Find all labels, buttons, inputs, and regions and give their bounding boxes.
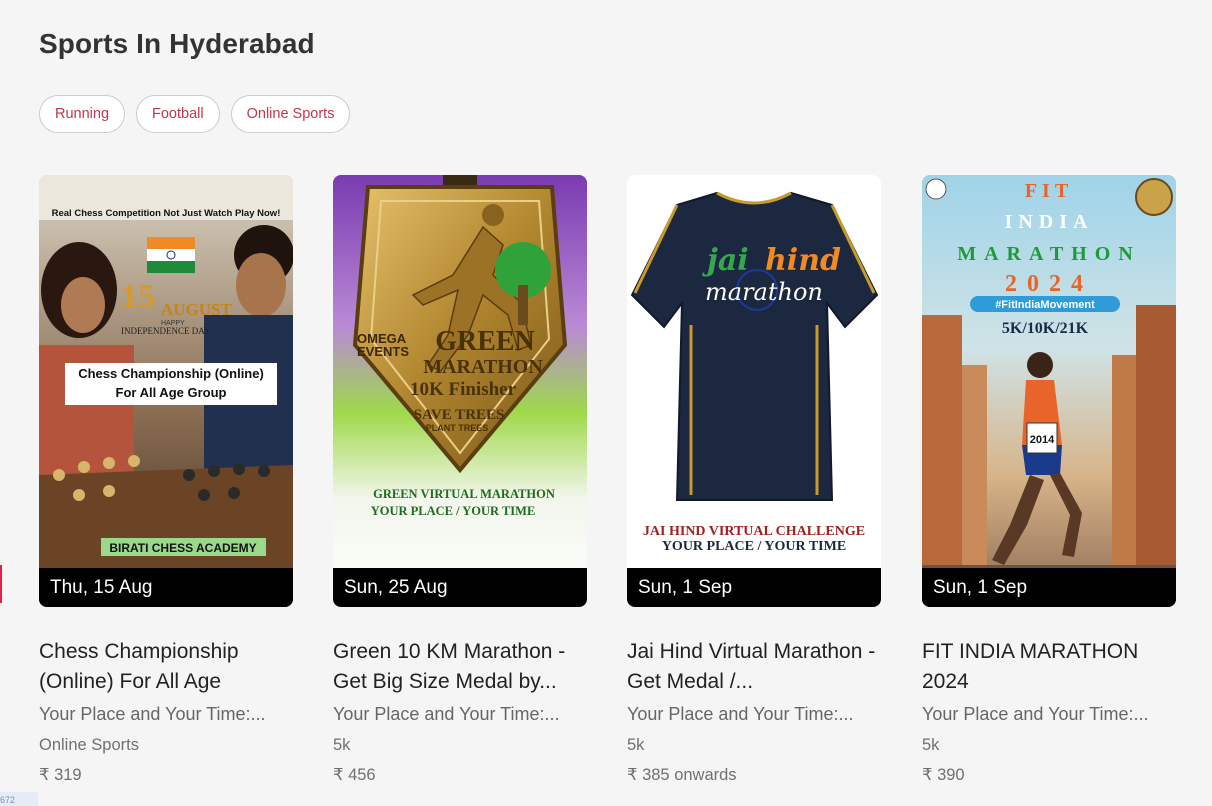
poster-medal1: GREEN xyxy=(435,326,535,357)
poster-occasion2: INDEPENDENCE DAY xyxy=(121,326,211,336)
poster-month: AUGUST xyxy=(161,300,233,319)
poster-hashtag: #FitIndiaMovement xyxy=(995,299,1095,311)
event-poster[interactable]: 2014 FIT INDIA MARATHON 2024 #FitIndiaMo… xyxy=(922,175,1176,607)
jai-hind-poster-image: jai hind marathon JAI HIND VIRTUAL CHALL… xyxy=(627,175,881,607)
page-title: Sports In Hyderabad xyxy=(39,28,315,59)
poster-footer: BIRATI CHESS ACADEMY xyxy=(109,541,256,555)
event-title[interactable]: Green 10 KM Marathon - Get Big Size Meda… xyxy=(333,637,585,697)
filter-chip-running[interactable]: Running xyxy=(39,95,126,133)
sports-page: Sports In Hyderabad Running Football Onl… xyxy=(0,0,1212,806)
event-card-green-marathon[interactable]: OMEGA EVENTS GREEN MARATHON 10K Finisher… xyxy=(333,175,588,785)
event-venue: Your Place and Your Time:... xyxy=(39,704,266,724)
event-price: ₹ 385 onwards xyxy=(627,766,737,784)
event-category: 5k xyxy=(333,736,351,754)
poster-top-banner: Real Chess Competition Not Just Watch Pl… xyxy=(52,208,281,219)
poster-medal3: 10K Finisher xyxy=(410,379,517,400)
poster-line4: 2024 xyxy=(1005,271,1093,297)
poster-line2: INDIA xyxy=(1005,211,1094,233)
event-price: ₹ 319 xyxy=(39,766,82,784)
event-category: Online Sports xyxy=(39,736,139,754)
poster-organizer2: EVENTS xyxy=(357,344,409,359)
event-card-chess[interactable]: Real Chess Competition Not Just Watch Pl… xyxy=(39,175,294,785)
poster-shirt-word1: jai xyxy=(702,243,749,278)
event-venue: Your Place and Your Time:... xyxy=(922,704,1149,724)
poster-medal2: MARATHON xyxy=(423,356,543,378)
event-price: ₹ 390 xyxy=(922,766,965,784)
event-category: 5k xyxy=(922,736,940,754)
event-venue: Your Place and Your Time:... xyxy=(333,704,560,724)
filter-chips: Running Football Online Sports xyxy=(39,95,351,133)
poster-caption1: GREEN VIRTUAL MARATHON xyxy=(373,487,555,501)
poster-caption1: JAI HIND VIRTUAL CHALLENGE xyxy=(643,524,865,539)
poster-headline2: For All Age Group xyxy=(116,385,227,400)
poster-line3: MARATHON xyxy=(957,243,1141,265)
poster-shirt-word3: marathon xyxy=(705,278,823,306)
event-venue: Your Place and Your Time:... xyxy=(627,704,854,724)
left-edge-accent xyxy=(0,565,2,603)
event-title[interactable]: FIT INDIA MARATHON 2024 xyxy=(922,637,1174,697)
poster-bib: 2014 xyxy=(1030,434,1055,446)
event-card-fit-india[interactable]: 2014 FIT INDIA MARATHON 2024 #FitIndiaMo… xyxy=(922,175,1177,785)
event-price: ₹ 456 xyxy=(333,766,376,784)
poster-headline1: Chess Championship (Online) xyxy=(78,366,264,381)
poster-day: 15 xyxy=(121,278,155,315)
event-poster[interactable]: jai hind marathon JAI HIND VIRTUAL CHALL… xyxy=(627,175,881,607)
event-date: Sun, 1 Sep xyxy=(922,568,1176,607)
event-date: Sun, 1 Sep xyxy=(627,568,881,607)
event-title[interactable]: Jai Hind Virtual Marathon - Get Medal /.… xyxy=(627,637,879,697)
chess-poster-image: Real Chess Competition Not Just Watch Pl… xyxy=(39,175,293,607)
event-date: Sun, 25 Aug xyxy=(333,568,587,607)
event-poster[interactable]: Real Chess Competition Not Just Watch Pl… xyxy=(39,175,293,607)
poster-shirt-word2: hind xyxy=(765,243,841,278)
event-card-jai-hind[interactable]: jai hind marathon JAI HIND VIRTUAL CHALL… xyxy=(627,175,882,785)
event-category: 5k xyxy=(627,736,645,754)
poster-caption2: YOUR PLACE / YOUR TIME xyxy=(662,539,846,554)
green-marathon-poster-image: OMEGA EVENTS GREEN MARATHON 10K Finisher… xyxy=(333,175,587,607)
poster-medal4: SAVE TREES xyxy=(414,407,505,423)
event-poster[interactable]: OMEGA EVENTS GREEN MARATHON 10K Finisher… xyxy=(333,175,587,607)
poster-line1: FIT xyxy=(1025,180,1073,202)
filter-chip-online-sports[interactable]: Online Sports xyxy=(230,95,351,133)
event-title[interactable]: Chess Championship (Online) For All Age xyxy=(39,637,291,697)
corner-tag: 672 xyxy=(0,792,38,806)
poster-medal5: PLANT TREES xyxy=(426,423,489,433)
filter-chip-football[interactable]: Football xyxy=(136,95,220,133)
event-date: Thu, 15 Aug xyxy=(39,568,293,607)
fit-india-poster-image: 2014 FIT INDIA MARATHON 2024 #FitIndiaMo… xyxy=(922,175,1176,607)
poster-caption2: YOUR PLACE / YOUR TIME xyxy=(371,504,536,518)
poster-distances: 5K/10K/21K xyxy=(1002,320,1089,337)
